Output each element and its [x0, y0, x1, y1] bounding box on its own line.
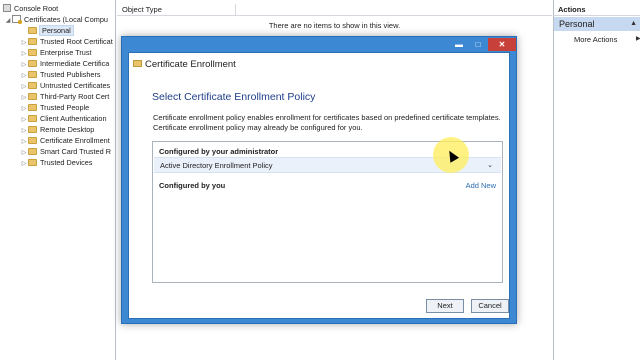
tree-item-label: Certificate Enrollment [40, 136, 110, 145]
console-root-icon [3, 4, 11, 12]
tree-item-label: Client Authentication [40, 114, 107, 123]
folder-icon [28, 60, 37, 67]
page-heading: Select Certificate Enrollment Policy [152, 91, 316, 103]
tree-item-label: Intermediate Certifica [40, 59, 110, 68]
actions-section-label: Personal [559, 19, 595, 29]
tree-item-client-authentication[interactable]: ▷ Client Authentication [20, 113, 107, 124]
tree-item-label: Trusted Publishers [40, 70, 101, 79]
tree-item-label: Enterprise Trust [40, 48, 92, 57]
column-header[interactable]: Object Type [117, 3, 552, 16]
tree-item-trusted-devices[interactable]: ▷ Trusted Devices [20, 157, 93, 170]
folder-icon [28, 115, 37, 122]
folder-icon [28, 126, 37, 133]
folder-icon [28, 71, 37, 78]
tree-item-console-root[interactable]: Console Root [3, 3, 58, 14]
column-header-object-type[interactable]: Object Type [122, 5, 162, 14]
tree-item-label: Personal [39, 25, 74, 36]
tree-item-label: Third-Party Root Cert [40, 92, 110, 101]
page-description: Certificate enrollment policy enables en… [153, 113, 501, 132]
folder-icon [28, 82, 37, 89]
certificate-enrollment-dialog: ▬ □ ✕ Certificate Enrollment Select Cert… [121, 36, 517, 324]
folder-icon [28, 27, 37, 34]
tree-item-trusted-publishers[interactable]: ▷ Trusted Publishers [20, 69, 101, 80]
more-actions-label: More Actions [574, 35, 618, 44]
next-button[interactable]: Next [426, 299, 464, 313]
more-actions-link[interactable]: More Actions ▶ [574, 35, 640, 44]
folder-icon [28, 93, 37, 100]
tree-item-personal[interactable]: Personal [20, 25, 74, 36]
collapse-arrow-icon[interactable]: ◢ [4, 16, 12, 27]
tree-item-untrusted[interactable]: ▷ Untrusted Certificates [20, 80, 110, 91]
actions-pane: Actions Personal ▲ More Actions ▶ [553, 0, 640, 360]
chevron-down-icon[interactable]: ⌄ [487, 161, 493, 169]
user-policy-header: Configured by you [159, 181, 226, 190]
tree-item-smart-card[interactable]: ▷ Smart Card Trusted R [20, 146, 111, 157]
folder-icon [28, 104, 37, 111]
actions-title: Actions [554, 3, 640, 16]
dialog-titlebar: Certificate Enrollment [129, 53, 509, 74]
cancel-button[interactable]: Cancel [471, 299, 509, 313]
folder-icon [28, 137, 37, 144]
console-tree: Console Root ◢ Certificates (Local Compu … [0, 0, 116, 360]
tree-item-intermediate[interactable]: ▷ Intermediate Certifica [20, 58, 110, 69]
tree-item-certificates-local-computer[interactable]: ◢ Certificates (Local Compu [4, 14, 108, 25]
collapse-caret-icon[interactable]: ▲ [630, 17, 637, 31]
certificate-enrollment-icon [133, 60, 142, 67]
tree-item-label: Untrusted Certificates [40, 81, 111, 90]
tree-item-label: Trusted People [40, 103, 90, 112]
dialog-body: Certificate Enrollment Select Certificat… [128, 52, 510, 319]
dialog-title: Certificate Enrollment [145, 59, 236, 70]
minimize-button[interactable]: ▬ [450, 38, 468, 51]
tree-item-trusted-root[interactable]: ▷ Trusted Root Certificat [20, 36, 113, 47]
admin-policy-name: Active Directory Enrollment Policy [160, 161, 273, 170]
tree-item-label: Smart Card Trusted R [40, 147, 111, 156]
add-new-link[interactable]: Add New [466, 181, 496, 190]
tree-item-label: Console Root [14, 4, 59, 13]
empty-message: There are no items to show in this view. [268, 21, 401, 30]
tree-item-label: Trusted Devices [40, 158, 93, 167]
folder-icon [28, 38, 37, 45]
certificates-icon [12, 15, 22, 24]
expand-arrow-icon[interactable]: ▷ [20, 159, 28, 170]
maximize-button[interactable]: □ [469, 38, 487, 51]
close-button[interactable]: ✕ [488, 38, 516, 51]
tree-item-enterprise-trust[interactable]: ▷ Enterprise Trust [20, 47, 92, 58]
tree-item-third-party-root[interactable]: ▷ Third-Party Root Cert [20, 91, 110, 102]
tree-item-label: Trusted Root Certificat [40, 37, 113, 46]
tree-item-label: Certificates (Local Compu [24, 15, 108, 24]
column-divider[interactable] [235, 4, 236, 15]
folder-icon [28, 49, 37, 56]
tree-item-remote-desktop[interactable]: ▷ Remote Desktop [20, 124, 95, 135]
folder-icon [28, 159, 37, 166]
tree-item-label: Remote Desktop [40, 125, 95, 134]
tree-item-certificate-enrollment[interactable]: ▷ Certificate Enrollment [20, 135, 110, 146]
folder-icon [28, 148, 37, 155]
submenu-arrow-icon: ▶ [636, 36, 640, 42]
tree-item-trusted-people[interactable]: ▷ Trusted People [20, 102, 90, 113]
admin-policy-header: Configured by your administrator [159, 147, 279, 156]
actions-section-personal[interactable]: Personal ▲ [554, 17, 640, 31]
